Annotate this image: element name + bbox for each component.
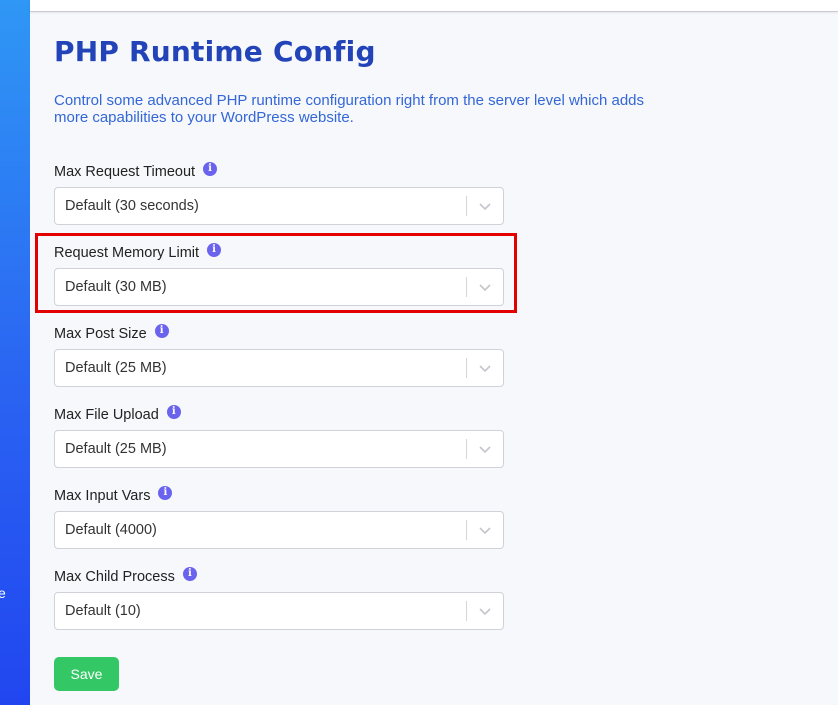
select-value: Default (30 seconds) (65, 198, 199, 214)
info-icon[interactable]: i (154, 324, 169, 338)
info-icon[interactable]: i (158, 486, 173, 500)
chevron-down-icon[interactable] (477, 358, 493, 378)
select-separator (466, 196, 467, 216)
info-icon[interactable]: i (203, 162, 218, 176)
highlight-box (35, 233, 517, 313)
field-label-row: Max Child Process i (54, 567, 197, 586)
sidebar: e (0, 0, 30, 705)
field-label: Max Post Size (54, 326, 147, 342)
save-button[interactable]: Save (54, 657, 119, 691)
field-label: Max Input Vars (54, 488, 151, 504)
max-file-upload-select[interactable]: Default (25 MB) (54, 430, 504, 468)
page-description: Control some advanced PHP runtime config… (54, 92, 645, 126)
top-bar (30, 0, 838, 12)
select-value: Default (25 MB) (65, 441, 167, 457)
max-input-vars-select[interactable]: Default (4000) (54, 511, 504, 549)
main-content: PHP Runtime Config Control some advanced… (30, 0, 838, 705)
page-title: PHP Runtime Config (54, 35, 376, 68)
select-separator (466, 439, 467, 459)
select-separator (466, 358, 467, 378)
max-child-process-select[interactable]: Default (10) (54, 592, 504, 630)
field-label: Max File Upload (54, 407, 159, 423)
field-label: Max Request Timeout (54, 164, 196, 180)
max-post-size-select[interactable]: Default (25 MB) (54, 349, 504, 387)
field-label-row: Max File Upload i (54, 405, 181, 424)
max-request-timeout-select[interactable]: Default (30 seconds) (54, 187, 504, 225)
field-label-row: Max Request Timeout i (54, 162, 218, 181)
select-value: Default (4000) (65, 522, 157, 538)
info-icon[interactable]: i (166, 405, 181, 419)
chevron-down-icon[interactable] (477, 601, 493, 621)
chevron-down-icon[interactable] (477, 520, 493, 540)
chevron-down-icon[interactable] (477, 196, 493, 216)
field-label-row: Max Input Vars i (54, 486, 173, 505)
field-label: Max Child Process (54, 569, 175, 585)
select-separator (466, 520, 467, 540)
sidebar-item-label[interactable]: e (0, 585, 6, 601)
select-value: Default (25 MB) (65, 360, 167, 376)
info-icon[interactable]: i (182, 567, 197, 581)
select-value: Default (10) (65, 603, 141, 619)
chevron-down-icon[interactable] (477, 439, 493, 459)
select-separator (466, 601, 467, 621)
field-label-row: Max Post Size i (54, 324, 169, 343)
